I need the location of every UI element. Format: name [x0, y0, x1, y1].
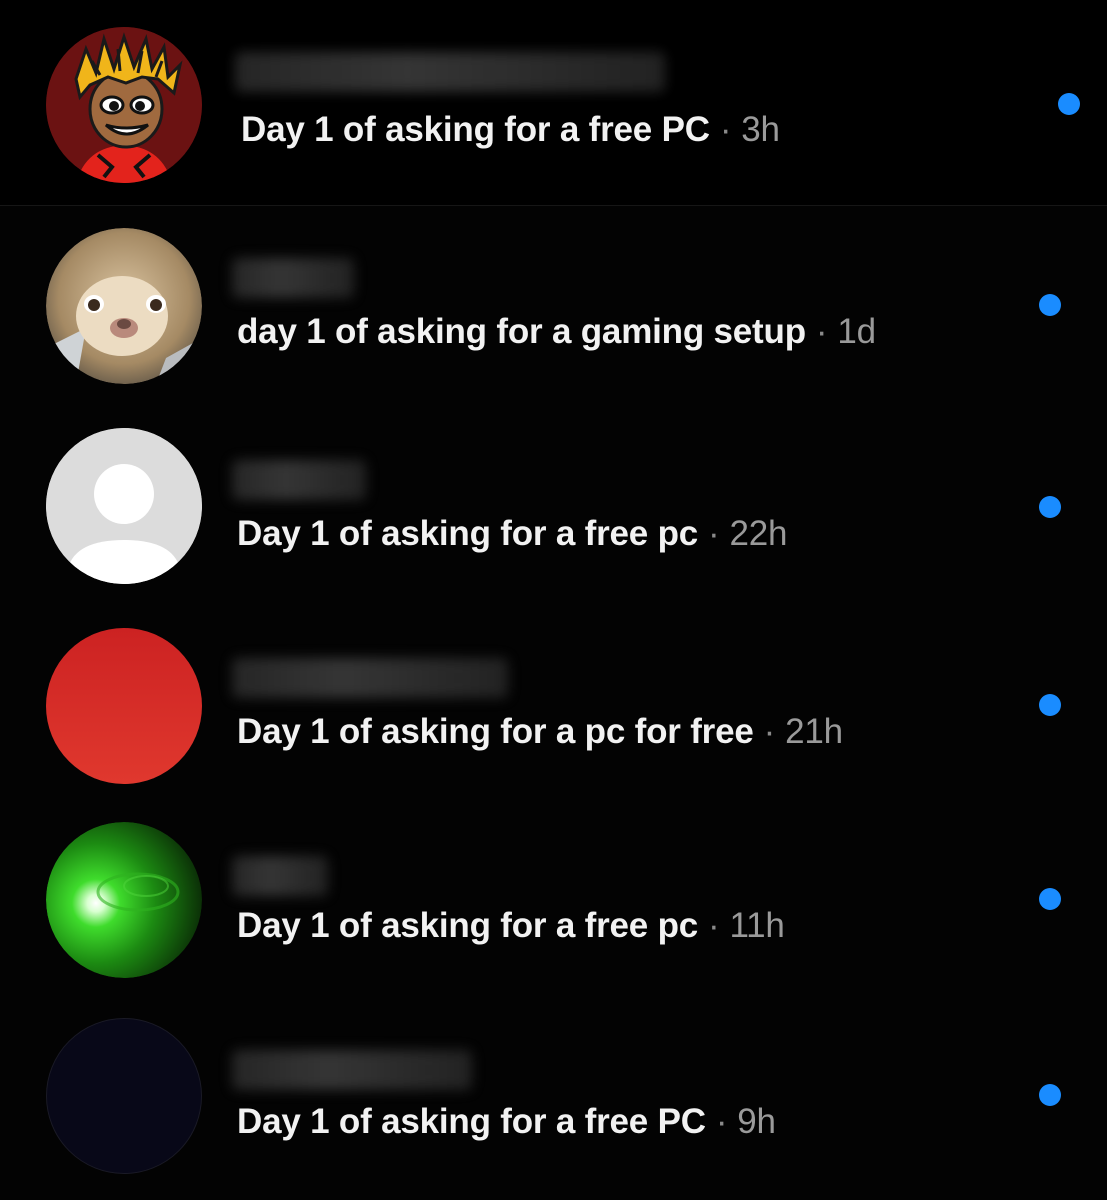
message-row[interactable]: day 1 of asking for a gaming setup · 1d — [0, 206, 1107, 404]
message-text: Day 1 of asking for a free PC — [241, 110, 710, 149]
separator-dot: · — [719, 110, 732, 149]
separator-dot: · — [708, 514, 720, 553]
sender-name-blurred — [232, 1050, 472, 1090]
separator-dot: · — [815, 312, 828, 351]
message-row[interactable]: Day 1 of asking for a free PC · 9h — [0, 998, 1107, 1200]
message-time: 3h — [741, 110, 780, 149]
message-preview: Day 1 of asking for a free pc · 22h — [237, 512, 787, 556]
message-text: Day 1 of asking for a pc for free — [237, 712, 754, 751]
sender-name-blurred — [232, 658, 508, 698]
dark-avatar-icon[interactable] — [46, 1018, 202, 1174]
message-time: 22h — [729, 514, 788, 553]
message-preview: Day 1 of asking for a free PC · 3h — [241, 108, 780, 152]
separator-dot: · — [715, 1102, 728, 1141]
message-preview: day 1 of asking for a gaming setup · 1d — [237, 310, 876, 354]
unread-dot-icon — [1039, 694, 1061, 716]
message-text: Day 1 of asking for a free pc — [237, 514, 699, 553]
unread-dot-icon — [1039, 1084, 1061, 1106]
message-list: Day 1 of asking for a free PC · 3h day 1… — [0, 0, 1107, 1200]
unread-dot-icon — [1039, 496, 1061, 518]
message-preview: Day 1 of asking for a pc for free · 21h — [237, 710, 843, 754]
message-row[interactable]: Day 1 of asking for a free pc · 11h — [0, 800, 1107, 998]
message-preview: Day 1 of asking for a free pc · 11h — [237, 904, 785, 948]
message-text: day 1 of asking for a gaming setup — [237, 312, 806, 351]
cartoon-avatar-icon[interactable] — [46, 27, 202, 183]
sender-name-blurred — [232, 460, 366, 500]
sender-name-blurred — [232, 258, 354, 298]
separator-dot: · — [708, 906, 720, 945]
message-text: Day 1 of asking for a free PC — [237, 1102, 706, 1141]
red-avatar-icon[interactable] — [46, 628, 202, 784]
message-time: 9h — [737, 1102, 776, 1141]
message-preview: Day 1 of asking for a free PC · 9h — [237, 1100, 776, 1144]
separator-dot: · — [763, 712, 776, 751]
unread-dot-icon — [1058, 93, 1080, 115]
default-user-avatar-icon[interactable] — [46, 428, 202, 584]
message-row[interactable]: Day 1 of asking for a free PC · 3h — [0, 0, 1107, 206]
message-time: 11h — [729, 906, 785, 945]
sender-name-blurred — [235, 52, 665, 92]
cat-photo-avatar-icon[interactable] — [46, 228, 202, 384]
message-row[interactable]: Day 1 of asking for a free pc · 22h — [0, 404, 1107, 602]
message-time: 1d — [837, 312, 876, 351]
sender-name-blurred — [232, 856, 328, 896]
message-row[interactable]: Day 1 of asking for a pc for free · 21h — [0, 602, 1107, 800]
unread-dot-icon — [1039, 294, 1061, 316]
message-text: Day 1 of asking for a free pc — [237, 906, 699, 945]
unread-dot-icon — [1039, 888, 1061, 910]
message-time: 21h — [785, 712, 843, 751]
green-light-avatar-icon[interactable] — [46, 822, 202, 978]
